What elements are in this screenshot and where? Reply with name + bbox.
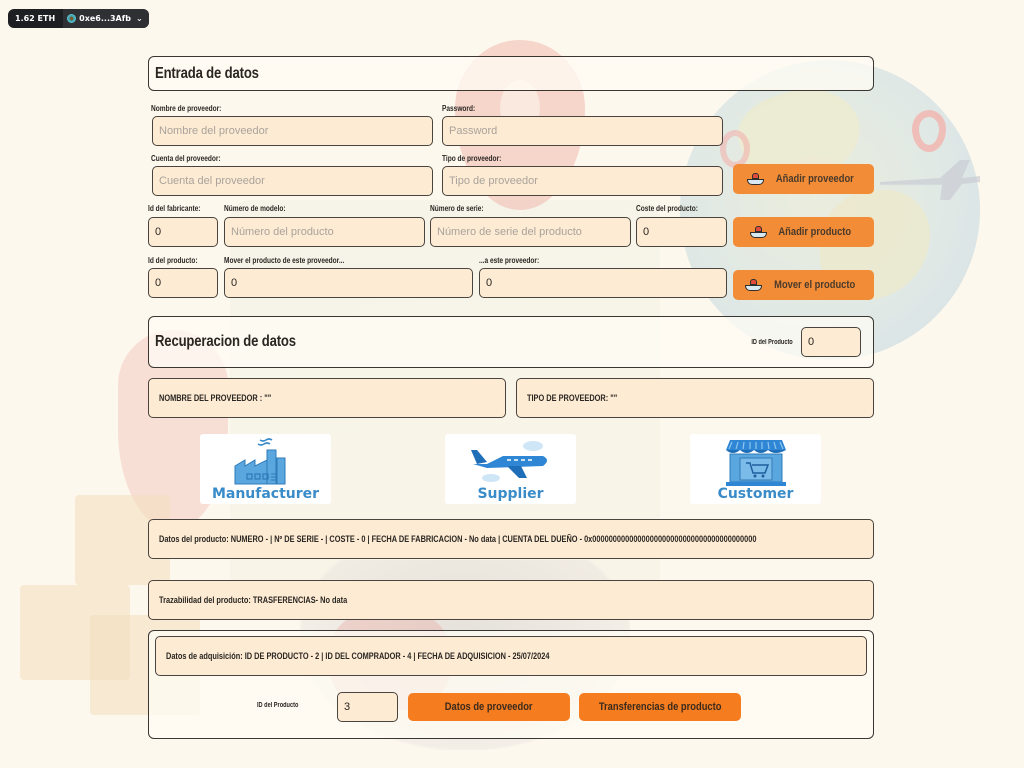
password-label: Password: (442, 104, 476, 113)
add-product-button[interactable]: Añadir producto (733, 217, 874, 247)
product-transfers-button[interactable]: Transferencias de producto (579, 693, 741, 721)
nombre-label: Nombre de proveedor: (151, 104, 222, 113)
shop-cart-icon (725, 440, 786, 486)
manufacturer-id-input[interactable] (148, 217, 218, 247)
move-product-button[interactable]: Mover el producto (733, 270, 874, 300)
product-cost-input[interactable] (636, 217, 727, 247)
ship-icon (749, 226, 767, 238)
id-producto-label: Id del producto: (148, 256, 198, 265)
wallet-widget[interactable]: 1.62 ETH 0xe6...3Afb ⌄ (8, 9, 149, 28)
supplier-name-input[interactable] (152, 116, 433, 146)
role-label: Supplier (477, 486, 544, 502)
move-to-supplier-input[interactable] (479, 268, 727, 298)
supplier-name-display: NOMBRE DEL PROVEEDOR : "" (148, 378, 506, 418)
wallet-balance: 1.62 ETH (15, 14, 56, 23)
product-data-display: Datos del producto: NUMERO - | Nº DE SER… (148, 519, 874, 559)
move-from-supplier-input[interactable] (224, 268, 473, 298)
mover-desde-label: Mover el producto de este proveedor... (224, 256, 345, 265)
acquisition-data-display: Datos de adquisición: ID DE PRODUCTO - 2… (155, 636, 867, 676)
acquisition-panel: Datos de adquisición: ID DE PRODUCTO - 2… (148, 630, 874, 739)
serial-number-input[interactable] (430, 217, 631, 247)
supplier-data-button[interactable]: Datos de proveedor (408, 693, 570, 721)
account-avatar-icon (67, 14, 77, 23)
cuenta-label: Cuenta del proveedor: (151, 154, 221, 163)
wallet-account: 0xe6...3Afb (79, 14, 131, 23)
airplane-illustration (880, 160, 980, 200)
recuperacion-section-header: Recuperacion de datos ID del Producto (148, 316, 874, 368)
coste-label: Coste del producto: (636, 204, 698, 213)
location-pin-illustration (912, 110, 946, 152)
role-card-manufacturer: Manufacturer (200, 434, 331, 504)
product-id-input[interactable] (148, 268, 218, 298)
ship-icon (746, 173, 764, 185)
role-label: Customer (717, 486, 794, 502)
supplier-account-input[interactable] (152, 166, 433, 196)
serie-label: Número de serie: (430, 204, 484, 213)
add-supplier-button[interactable]: Añadir proveedor (733, 164, 874, 194)
retrieval-id-label: ID del Producto (751, 338, 793, 346)
retrieval-product-id-input[interactable] (801, 327, 861, 357)
role-card-supplier: Supplier (445, 434, 576, 504)
fabricante-label: Id del fabricante: (148, 204, 201, 213)
main-panel: Entrada de datos Nombre de proveedor: Pa… (148, 56, 874, 739)
role-label: Manufacturer (211, 486, 320, 502)
acquisition-id-label: ID del Producto (257, 702, 299, 709)
password-input[interactable] (442, 116, 723, 146)
section-title: Recuperacion de datos (155, 333, 296, 350)
supplier-type-display: TIPO DE PROVEEDOR: "" (516, 378, 874, 418)
traceability-display: Trazabilidad del producto: TRASFERENCIAS… (148, 580, 874, 620)
factory-icon (234, 438, 285, 485)
entrada-form: Nombre de proveedor: Password: Cuenta de… (148, 56, 874, 316)
chevron-down-icon: ⌄ (135, 14, 143, 23)
role-card-customer: Customer (690, 434, 821, 504)
tipo-label: Tipo de proveedor: (442, 154, 502, 163)
acquisition-product-id-input[interactable] (337, 692, 398, 722)
mover-hasta-label: ...a este proveedor: (479, 256, 540, 265)
wallet-account-button[interactable]: 0xe6...3Afb ⌄ (63, 9, 149, 28)
ship-icon (744, 279, 762, 291)
box-illustration (20, 585, 130, 680)
airplane-icon (470, 441, 547, 482)
model-number-input[interactable] (224, 217, 425, 247)
retrieval-id-group: ID del Producto (741, 327, 861, 357)
supplier-type-input[interactable] (442, 166, 723, 196)
modelo-label: Número de modelo: (224, 204, 286, 213)
